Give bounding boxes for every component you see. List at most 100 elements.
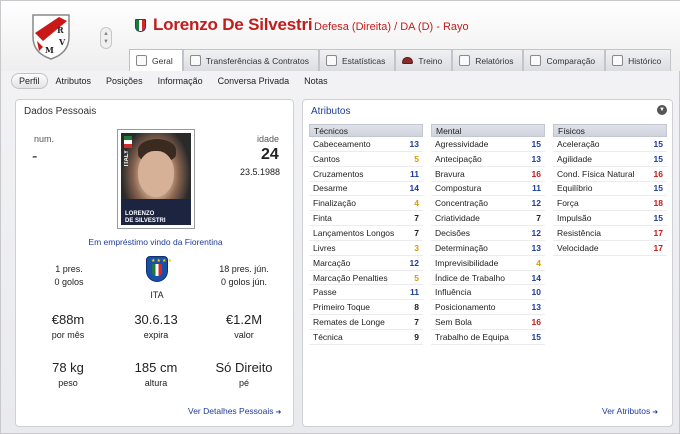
profile-subnav: Perfil Atributos Posições Informação Con… bbox=[1, 71, 680, 91]
attribute-name: Marcação bbox=[313, 257, 351, 268]
attribute-name: Impulsão bbox=[557, 213, 592, 224]
subnav-conversa-privada[interactable]: Conversa Privada bbox=[211, 74, 297, 88]
attribute-row[interactable]: Influência 10 bbox=[431, 285, 545, 301]
attribute-row[interactable]: Remates de Longe 7 bbox=[309, 315, 423, 330]
physical-attributes: Físicos Aceleração 15 Agilidade 15 Cond. Fís… bbox=[553, 124, 667, 256]
attribute-row[interactable]: Índice de Trabalho 14 bbox=[431, 271, 545, 286]
italy-flag-icon bbox=[135, 19, 146, 32]
attribute-name: Finta bbox=[313, 213, 332, 224]
tab-label: Geral bbox=[152, 55, 173, 66]
attribute-row[interactable]: Velocidade 17 bbox=[553, 241, 667, 256]
attribute-name: Agressividade bbox=[435, 138, 489, 149]
preferred-foot-label: pé bbox=[238, 378, 249, 388]
attribute-row[interactable]: Marcação 12 bbox=[309, 256, 423, 271]
attribute-row[interactable]: Trabalho de Equipa 15 bbox=[431, 330, 545, 345]
attribute-name: Bravura bbox=[435, 168, 465, 179]
player-navigation-arrows[interactable]: ▲ ▼ bbox=[100, 27, 112, 49]
attribute-name: Primeiro Toque bbox=[313, 302, 371, 313]
age-value: 24 bbox=[261, 146, 279, 163]
tab-comparacao[interactable]: Comparação bbox=[523, 49, 606, 71]
attribute-row[interactable]: Cantos 5 bbox=[309, 152, 423, 167]
attribute-value: 7 bbox=[414, 317, 419, 328]
attribute-row[interactable]: Compostura 11 bbox=[431, 182, 545, 197]
attribute-row[interactable]: Lançamentos Longos 7 bbox=[309, 226, 423, 241]
attribute-value: 12 bbox=[531, 227, 541, 238]
attribute-row[interactable]: Agilidade 15 bbox=[553, 152, 667, 167]
attribute-row[interactable]: Cond. Física Natural 16 bbox=[553, 167, 667, 182]
attribute-name: Determinação bbox=[435, 242, 488, 253]
attribute-value: 11 bbox=[410, 287, 419, 298]
profile-card-icon bbox=[136, 55, 147, 66]
height-value: 185 cm bbox=[134, 360, 178, 375]
attribute-row[interactable]: Criatividade 7 bbox=[431, 211, 545, 227]
tab-historico[interactable]: Histórico bbox=[605, 49, 672, 71]
attribute-row[interactable]: Impulsão 15 bbox=[553, 211, 667, 227]
attribute-row[interactable]: Decisões 12 bbox=[431, 226, 545, 241]
attribute-row[interactable]: Bravura 16 bbox=[431, 167, 545, 182]
wage-label: por mês bbox=[51, 330, 85, 340]
attribute-row[interactable]: Antecipação 13 bbox=[431, 152, 545, 167]
attribute-row[interactable]: Cabeceamento 13 bbox=[309, 137, 423, 152]
attribute-row[interactable]: Resistência 17 bbox=[553, 226, 667, 241]
arrow-down-icon[interactable]: ▼ bbox=[103, 38, 109, 46]
attribute-value: 15 bbox=[531, 138, 541, 149]
subnav-notas[interactable]: Notas bbox=[297, 74, 335, 88]
chevron-down-icon[interactable]: ▼ bbox=[657, 105, 667, 115]
attribute-row[interactable]: Desarme 14 bbox=[309, 182, 423, 197]
tab-treino[interactable]: Treino bbox=[395, 49, 453, 71]
tab-estatisticas[interactable]: Estatísticas bbox=[318, 49, 396, 71]
cap-icon bbox=[402, 57, 414, 64]
age-label: idade bbox=[257, 134, 280, 144]
attribute-row[interactable]: Marcação Penalties 5 bbox=[309, 271, 423, 286]
attribute-row[interactable]: Posicionamento 13 bbox=[431, 300, 545, 316]
subnav-informacao[interactable]: Informação bbox=[151, 74, 210, 88]
attribute-row[interactable]: Sem Bola 16 bbox=[431, 315, 545, 330]
attribute-name: Velocidade bbox=[557, 242, 599, 253]
attribute-value: 16 bbox=[531, 317, 541, 328]
attribute-row[interactable]: Técnica 9 bbox=[309, 330, 423, 345]
attribute-value: 15 bbox=[653, 213, 663, 224]
tab-geral[interactable]: Geral bbox=[129, 49, 183, 71]
attribute-row[interactable]: Determinação 13 bbox=[431, 241, 545, 256]
senior-goals: 0 golos bbox=[54, 277, 84, 287]
attribute-row[interactable]: Aceleração 15 bbox=[553, 137, 667, 152]
italy-federation-badge-icon[interactable]: ★★★★ bbox=[146, 256, 172, 282]
subnav-perfil[interactable]: Perfil bbox=[11, 73, 48, 89]
attribute-row[interactable]: Força 18 bbox=[553, 196, 667, 212]
attribute-row[interactable]: Primeiro Toque 8 bbox=[309, 300, 423, 316]
attribute-row[interactable]: Agressividade 15 bbox=[431, 137, 545, 152]
attribute-row[interactable]: Equilíbrio 15 bbox=[553, 182, 667, 197]
loan-club-link[interactable]: Em empréstimo vindo da Fiorentina bbox=[16, 237, 295, 247]
attribute-name: Equilíbrio bbox=[557, 183, 593, 194]
attr-rows: Aceleração 15 Agilidade 15 Cond. Física Natu… bbox=[553, 137, 667, 256]
attribute-row[interactable]: Concentração 12 bbox=[431, 196, 545, 212]
nationality-code: ITA bbox=[150, 290, 164, 300]
player-role[interactable]: Defesa (Direita) / DA (D) - Rayo bbox=[314, 21, 469, 33]
contract-expiry-value: 30.6.13 bbox=[134, 312, 178, 327]
attribute-value: 11 bbox=[410, 168, 419, 179]
attribute-value: 15 bbox=[653, 153, 663, 164]
tab-transferencias[interactable]: Transferências & Contratos bbox=[182, 49, 319, 71]
arrow-up-icon[interactable]: ▲ bbox=[103, 30, 109, 38]
attribute-row[interactable]: Passe 11 bbox=[309, 285, 423, 301]
attribute-name: Resistência bbox=[557, 227, 601, 238]
attribute-row[interactable]: Finalização 4 bbox=[309, 196, 423, 212]
subnav-atributos[interactable]: Atributos bbox=[49, 74, 99, 88]
contract-expiry-label: expira bbox=[143, 330, 169, 340]
view-attributes-link[interactable]: Ver Atributos ➜ bbox=[602, 406, 658, 416]
tab-label: Histórico bbox=[628, 55, 662, 66]
attribute-row[interactable]: Imprevisibilidade 4 bbox=[431, 256, 545, 271]
attribute-value: 13 bbox=[531, 302, 541, 313]
view-personal-details-link[interactable]: Ver Detalhes Pessoais ➜ bbox=[188, 406, 281, 416]
profile-header: R V M ▲ ▼ Lorenzo De Silvestri Defesa (D… bbox=[1, 1, 680, 71]
subnav-posicoes[interactable]: Posições bbox=[99, 74, 150, 88]
weight-label: peso bbox=[58, 378, 78, 388]
photo-country-label: ITALY bbox=[124, 150, 130, 167]
height-label: altura bbox=[144, 378, 168, 388]
attribute-row[interactable]: Finta 7 bbox=[309, 211, 423, 227]
attribute-row[interactable]: Livres 3 bbox=[309, 241, 423, 256]
attribute-row[interactable]: Cruzamentos 11 bbox=[309, 167, 423, 182]
tab-relatorios[interactable]: Relatórios bbox=[452, 49, 524, 71]
attribute-name: Imprevisibilidade bbox=[435, 257, 499, 268]
tab-label: Estatísticas bbox=[341, 55, 386, 66]
